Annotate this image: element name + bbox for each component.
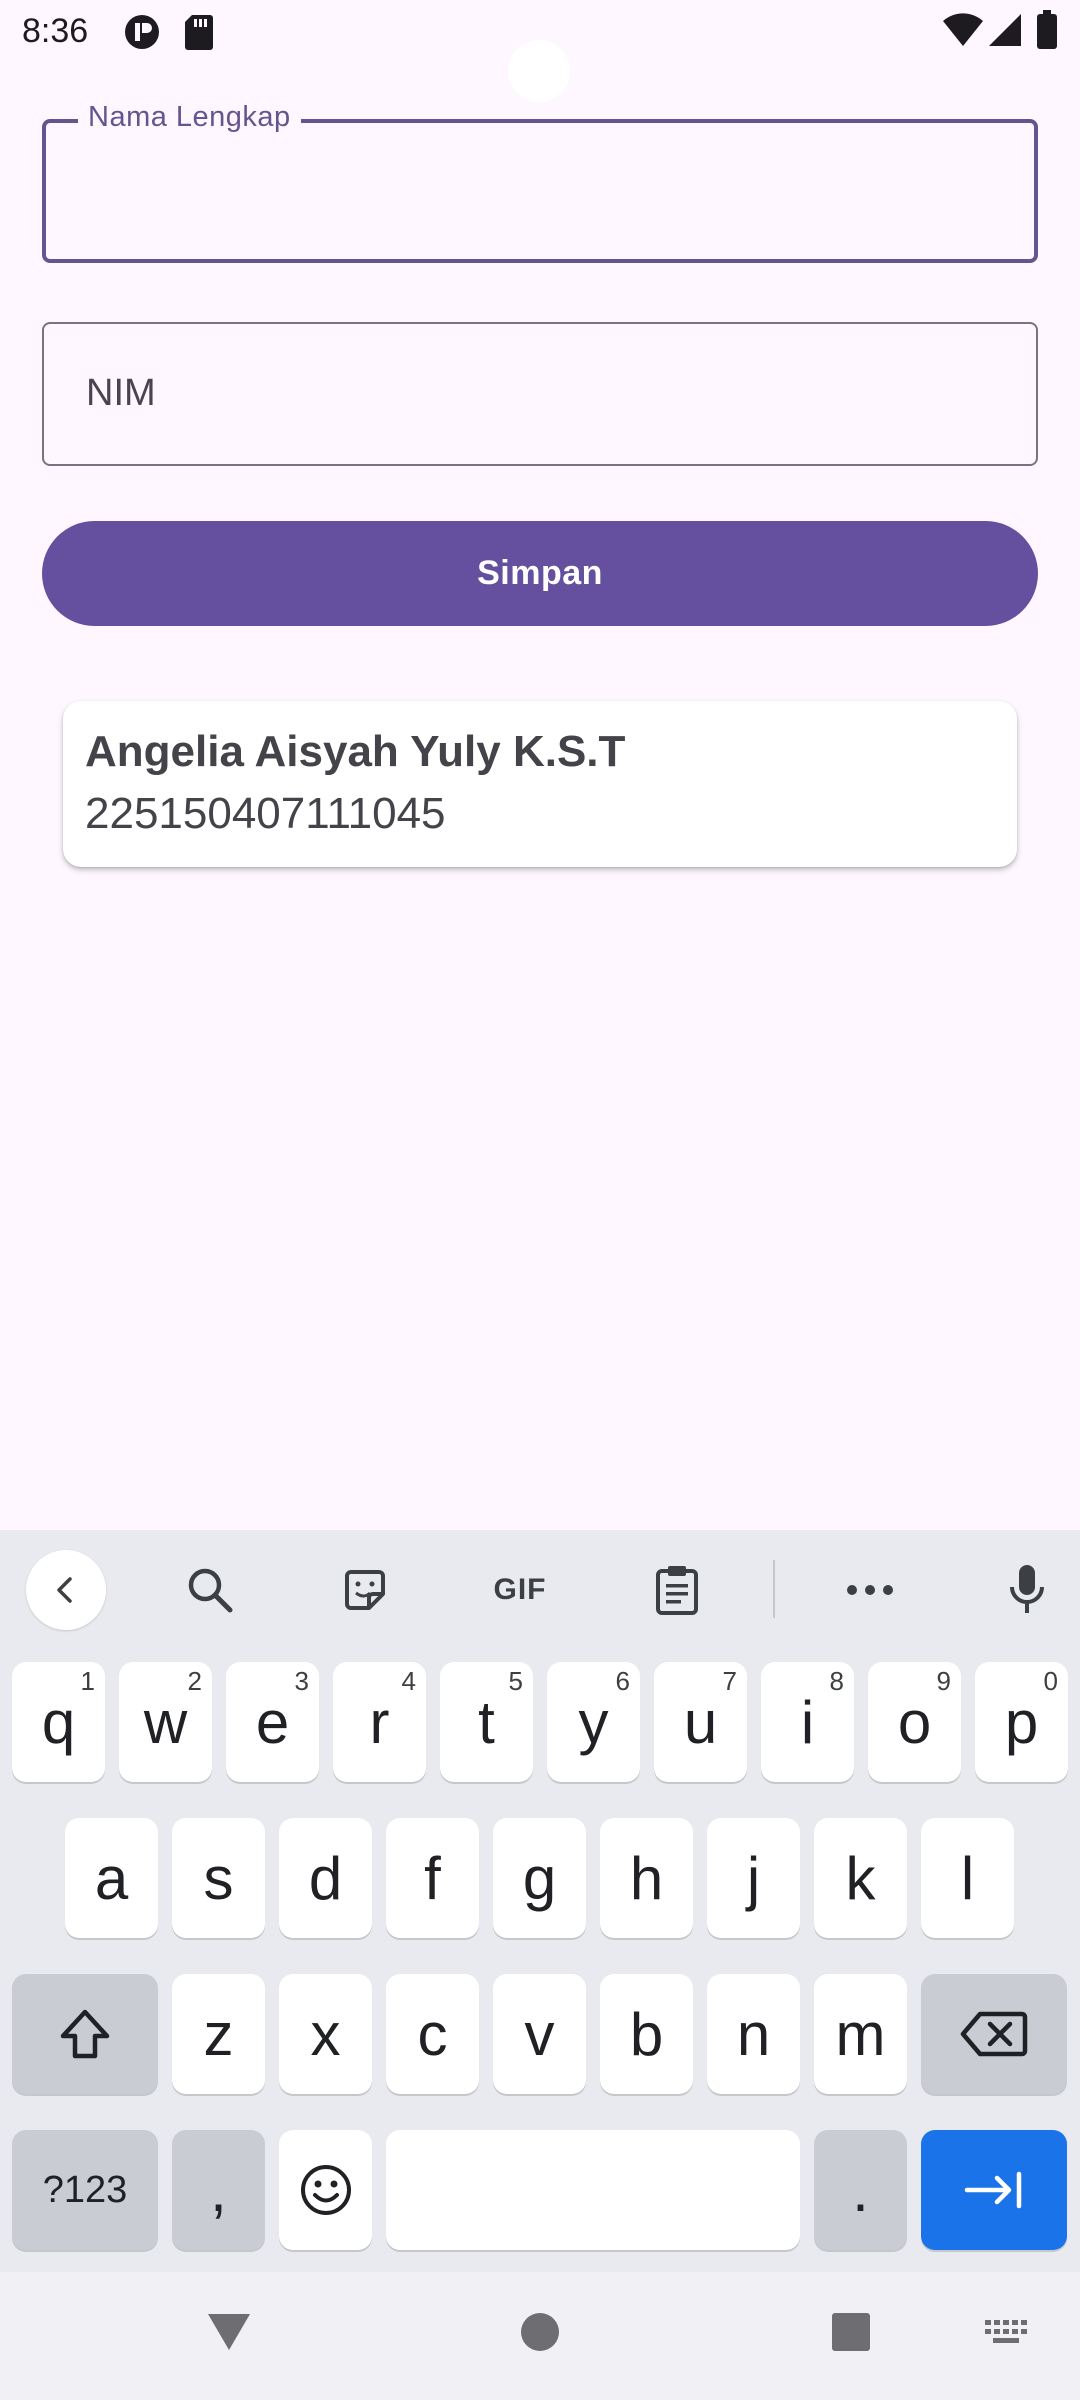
name-field[interactable]: Nama Lengkap [42,101,1038,263]
back-icon [57,1577,72,1603]
key-y[interactable]: y6 [547,1662,640,1782]
backspace-icon [960,2011,1028,2057]
emoji-icon [300,2165,351,2215]
shift-key[interactable] [12,1974,158,2094]
period-key[interactable]: . [814,2130,907,2250]
key-t[interactable]: t5 [440,1662,533,1782]
next-key[interactable] [921,2130,1067,2250]
navigation-bar [0,2272,1080,2400]
emoji-key[interactable] [279,2130,372,2250]
nim-field[interactable]: NIM [42,322,1038,466]
status-time: 8:36 [22,12,89,50]
key-v[interactable]: v [493,1974,586,2094]
name-field-label: Nama Lengkap [78,101,301,134]
keyboard: GIF q1 w2 e3 r4 t5 y6 u7 i8 o9 p0 a s d … [0,1530,1080,2272]
app-notification-icon [124,14,160,55]
gif-label: GIF [493,1573,547,1606]
more-icon[interactable] [840,1560,900,1620]
save-button[interactable]: Simpan [42,521,1038,626]
key-f[interactable]: f [386,1818,479,1938]
signal-icon [988,12,1022,53]
key-w[interactable]: w2 [119,1662,212,1782]
tab-next-icon [964,2171,1022,2209]
symbols-key[interactable]: ?123 [12,2130,158,2250]
key-e[interactable]: e3 [226,1662,319,1782]
key-b[interactable]: b [600,1974,693,2094]
sd-card-icon [184,14,214,55]
key-n[interactable]: n [707,1974,800,2094]
key-i[interactable]: i8 [761,1662,854,1782]
comma-key[interactable]: , [172,2130,265,2250]
key-p[interactable]: p0 [975,1662,1068,1782]
search-icon[interactable] [180,1560,240,1620]
key-z[interactable]: z [172,1974,265,2094]
keyboard-switch-icon[interactable] [985,2320,1029,2353]
key-s[interactable]: s [172,1818,265,1938]
key-r[interactable]: r4 [333,1662,426,1782]
keyboard-back-button[interactable] [26,1550,106,1630]
space-key[interactable] [386,2130,800,2250]
student-card: Angelia Aisyah Yuly K.S.T 22515040711104… [63,701,1017,867]
student-nim: 225150407111045 [85,789,446,838]
clipboard-icon[interactable] [647,1560,707,1620]
key-o[interactable]: o9 [868,1662,961,1782]
key-g[interactable]: g [493,1818,586,1938]
key-q[interactable]: q1 [12,1662,105,1782]
key-h[interactable]: h [600,1818,693,1938]
keyboard-toolbar: GIF [0,1530,1080,1650]
key-x[interactable]: x [279,1974,372,2094]
shift-icon [60,2009,110,2059]
wifi-icon [942,12,984,53]
student-name: Angelia Aisyah Yuly K.S.T [85,727,626,776]
nim-field-placeholder: NIM [86,372,156,414]
recents-icon[interactable] [831,2312,871,2357]
key-d[interactable]: d [279,1818,372,1938]
backspace-key[interactable] [921,1974,1067,2094]
camera-cutout [508,40,570,102]
gif-icon[interactable]: GIF [480,1560,560,1620]
sticker-icon[interactable] [335,1560,395,1620]
battery-icon [1036,10,1058,55]
back-triangle-icon[interactable] [206,2312,252,2357]
key-j[interactable]: j [707,1818,800,1938]
key-u[interactable]: u7 [654,1662,747,1782]
key-l[interactable]: l [921,1818,1014,1938]
mic-icon[interactable] [997,1560,1057,1620]
key-a[interactable]: a [65,1818,158,1938]
key-c[interactable]: c [386,1974,479,2094]
toolbar-divider [773,1560,775,1618]
key-m[interactable]: m [814,1974,907,2094]
home-icon[interactable] [520,2312,560,2357]
key-k[interactable]: k [814,1818,907,1938]
